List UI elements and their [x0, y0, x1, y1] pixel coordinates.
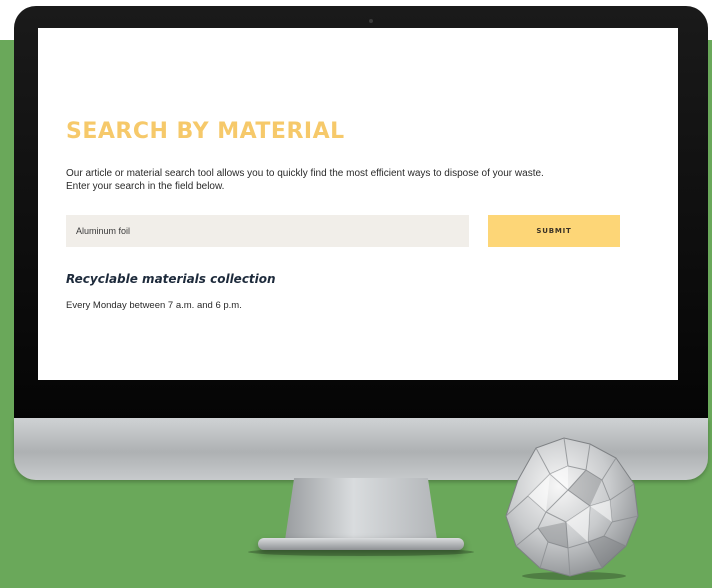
search-input[interactable] — [66, 215, 469, 247]
collection-heading: Recyclable materials collection — [66, 272, 276, 286]
monitor-screen: SEARCH BY MATERIAL Our article or materi… — [38, 28, 678, 380]
submit-button[interactable]: SUBMIT — [488, 215, 620, 247]
monitor-stand — [285, 478, 437, 540]
intro-line-2: Enter your search in the field below. — [66, 181, 225, 192]
foil-ball-icon — [505, 437, 639, 580]
intro-line-1: Our article or material search tool allo… — [66, 168, 544, 179]
intro-text: Our article or material search tool allo… — [66, 167, 626, 193]
page-title: SEARCH BY MATERIAL — [66, 119, 345, 144]
monitor-base — [258, 538, 464, 550]
camera-icon — [369, 19, 373, 23]
collection-schedule: Every Monday between 7 a.m. and 6 p.m. — [66, 300, 242, 311]
scene: SEARCH BY MATERIAL Our article or materi… — [0, 0, 712, 588]
